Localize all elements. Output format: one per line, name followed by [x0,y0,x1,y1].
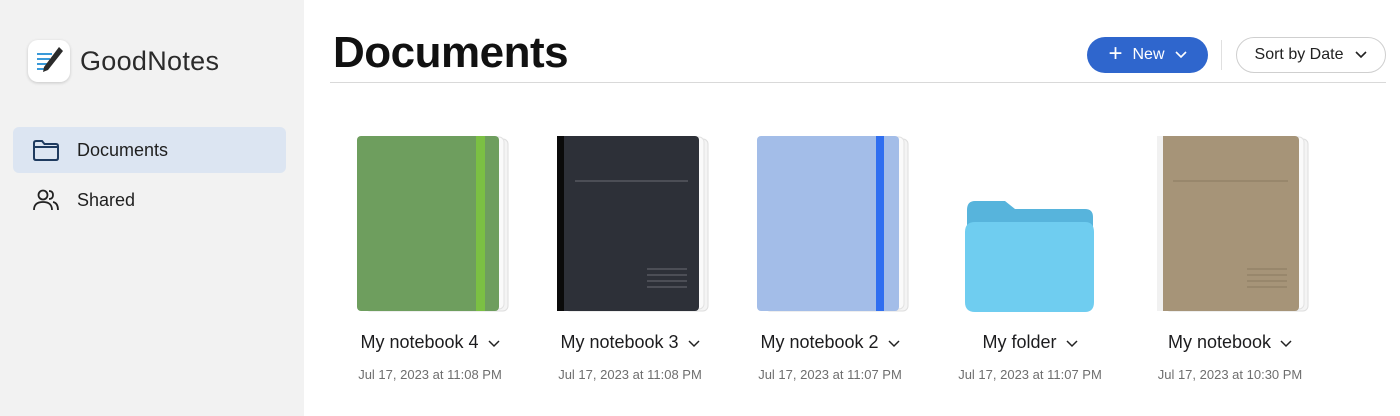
sort-dropdown[interactable]: Sort by Date [1236,37,1386,73]
item-name: My notebook [1167,332,1272,352]
new-button[interactable]: + New [1087,37,1208,73]
sidebar-item-shared[interactable]: Shared [13,177,286,223]
item-name-dropdown[interactable]: My folder [930,332,1130,353]
item-name: My notebook 4 [360,332,479,352]
chevron-down-icon [1355,46,1368,64]
item-name-dropdown[interactable]: My notebook 3 [530,332,730,353]
notebook-cover-tan [1157,136,1313,312]
item-date: Jul 17, 2023 at 11:08 PM [358,367,502,382]
header-divider [330,82,1386,83]
chevron-down-icon [1065,332,1078,353]
folder-icon [957,136,1113,312]
notebook-item[interactable]: My notebook Jul 17, 2023 at 10:30 PM [1130,130,1330,390]
item-date: Jul 17, 2023 at 11:07 PM [958,367,1102,382]
notebook-cover-dark [557,136,713,312]
item-date: Jul 17, 2023 at 11:08 PM [558,367,702,382]
chevron-down-icon [688,332,700,353]
item-name: My folder [982,332,1057,352]
item-date: Jul 17, 2023 at 11:07 PM [758,367,902,382]
item-name-dropdown[interactable]: My notebook [1130,332,1330,353]
sort-label: Sort by Date [1254,46,1344,63]
item-name-dropdown[interactable]: My notebook 2 [730,332,930,353]
item-date: Jul 17, 2023 at 10:30 PM [1157,367,1303,382]
chevron-down-icon [1174,46,1187,64]
divider [1221,40,1222,70]
plus-icon: + [1108,40,1123,67]
sidebar: GoodNotes Documents Shared [0,0,304,416]
goodnotes-logo-icon [28,40,70,82]
notebook-item[interactable]: My notebook 4 Jul 17, 2023 at 11:08 PM [330,130,530,390]
people-icon [32,186,60,214]
notebook-cover-light-blue [757,136,913,312]
app-name: GoodNotes [80,45,220,76]
chevron-down-icon [488,332,500,353]
item-name-dropdown[interactable]: My notebook 4 [330,332,530,353]
item-name: My notebook 3 [560,332,679,352]
chevron-down-icon [1280,332,1292,353]
notebook-item[interactable]: My notebook 2 Jul 17, 2023 at 11:07 PM [730,130,930,390]
notebook-cover-green [357,136,513,312]
sidebar-item-label: Documents [77,139,169,160]
sidebar-item-documents[interactable]: Documents [13,127,286,173]
folder-item[interactable]: My folder Jul 17, 2023 at 11:07 PM [930,130,1130,390]
folder-icon [32,136,60,164]
notebook-item[interactable]: My notebook 3 Jul 17, 2023 at 11:08 PM [530,130,730,390]
chevron-down-icon [888,332,900,353]
page-title: Documents [333,28,569,77]
new-button-label: New [1132,46,1165,63]
sidebar-item-label: Shared [77,189,136,210]
item-name: My notebook 2 [760,332,879,352]
brand[interactable]: GoodNotes [28,40,219,82]
